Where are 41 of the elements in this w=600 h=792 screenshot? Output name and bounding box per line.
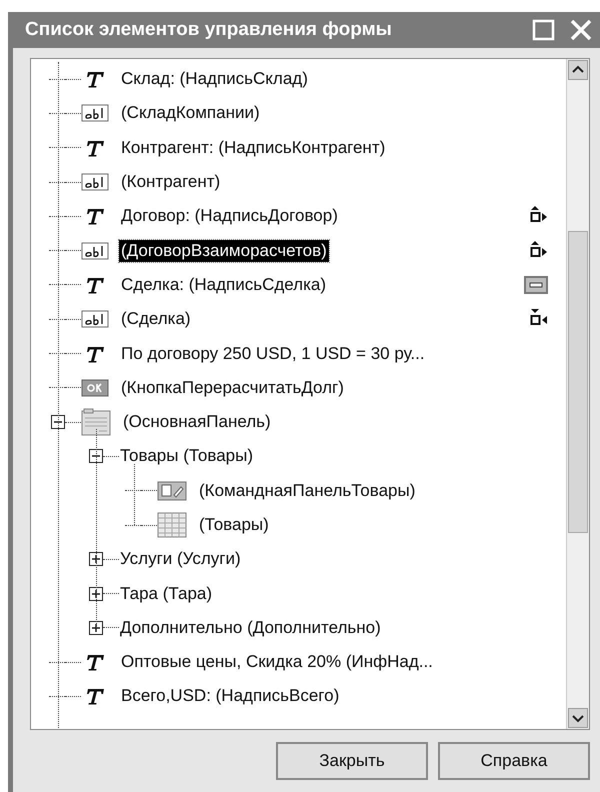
tree-item[interactable]: Договор: (НадписьДоговор) (119, 205, 340, 228)
collapse-icon[interactable] (89, 449, 103, 464)
dialog-button[interactable]: Справка (438, 742, 590, 780)
scroll-up-icon[interactable] (568, 60, 588, 80)
expand-icon[interactable] (89, 586, 103, 601)
tree-item[interactable]: Товары (Товары) (118, 445, 256, 468)
tree-item[interactable]: Оптовые цены, Скидка 20% (ИнфНад... (119, 651, 435, 674)
tree-item[interactable]: Склад: (НадписьСклад) (119, 68, 310, 90)
panel-icon (81, 408, 111, 436)
tree-item[interactable]: (ДоговорВзаиморасчетов) (119, 240, 329, 262)
window-title: Список элементов управления формы (25, 19, 393, 41)
tree-item[interactable]: (ОсновнаяПанель) (121, 411, 273, 434)
tree-item[interactable]: (КнопкаПерерасчитатьДолг) (119, 376, 346, 399)
dialog-button[interactable]: Закрыть (276, 742, 428, 780)
tree-item[interactable]: Услуги (Услуги) (118, 548, 243, 570)
text-field-icon (81, 172, 109, 192)
button-icon (81, 378, 109, 398)
tree-item[interactable]: Дополнительно (Дополнительно) (118, 616, 383, 639)
tree-item[interactable]: (СкладКомпании) (119, 102, 262, 124)
tree-item[interactable]: (Товары) (197, 514, 271, 536)
text-field-icon (81, 309, 109, 330)
table-icon (157, 512, 187, 538)
tree-item[interactable]: (Сделка) (119, 308, 193, 330)
text-field-icon (81, 103, 109, 124)
maximize-icon[interactable] (532, 18, 556, 42)
close-icon[interactable] (570, 19, 592, 41)
tree-item[interactable]: Контрагент: (НадписьКонтрагент) (119, 136, 388, 159)
collapse-icon[interactable] (51, 415, 65, 430)
toolbar-icon (157, 480, 187, 502)
tree-item[interactable]: (КоманднаяПанельТовары) (197, 480, 418, 502)
scrollbar[interactable] (566, 59, 589, 729)
tree-item[interactable]: Тара (Тара) (118, 582, 214, 605)
tree-item[interactable]: Сделка: (НадписьСделка) (119, 274, 328, 296)
tree-item[interactable]: Всего,USD: (НадписьВсего) (119, 685, 342, 708)
tree-item[interactable]: По договору 250 USD, 1 USD = 30 ру... (119, 342, 427, 365)
text-field-icon (81, 240, 109, 261)
expand-icon[interactable] (89, 620, 103, 635)
tree-item[interactable]: (Контрагент) (119, 171, 222, 194)
scroll-down-icon[interactable] (568, 708, 588, 728)
expand-icon[interactable] (89, 552, 103, 566)
scroll-thumb[interactable] (568, 231, 588, 533)
